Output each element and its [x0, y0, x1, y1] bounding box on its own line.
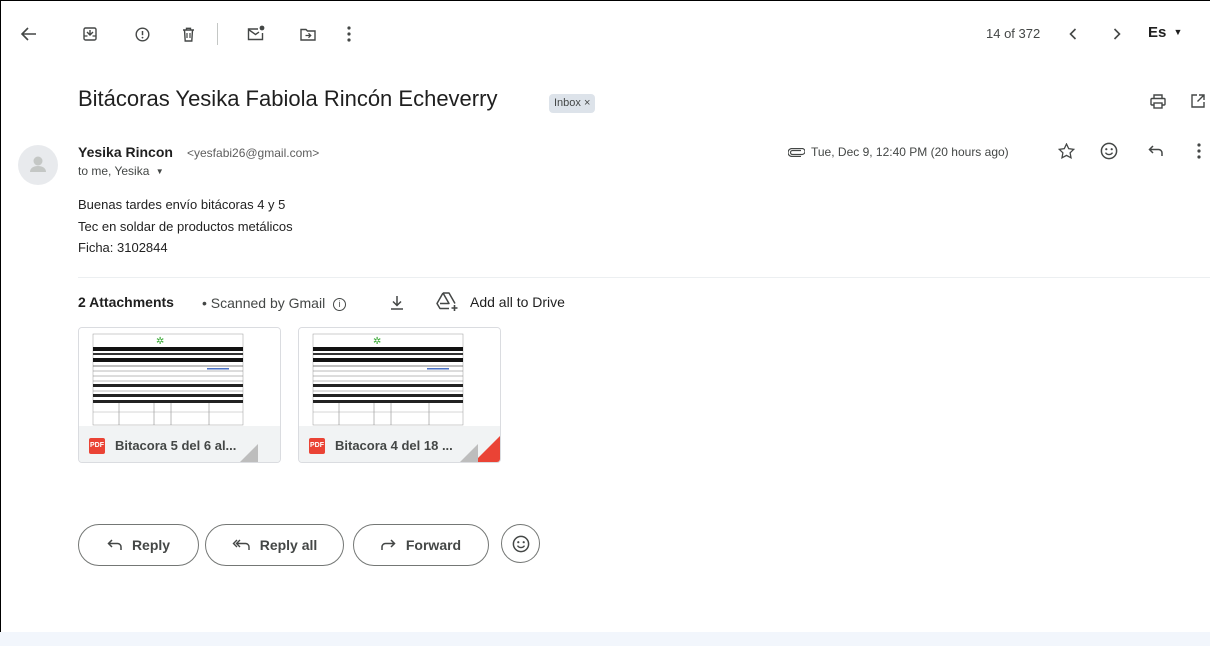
avatar[interactable]	[18, 145, 58, 185]
previous-icon[interactable]	[1064, 25, 1082, 43]
mark-unread-icon[interactable]	[245, 23, 267, 43]
language-label: Es	[1148, 24, 1167, 41]
body-line: Buenas tardes envío bitácoras 4 y 5	[78, 197, 286, 212]
email-subject: Bitácoras Yesika Fabiola Rincón Echeverr…	[78, 86, 498, 111]
info-icon[interactable]: i	[333, 298, 347, 311]
attachment-card[interactable]: ✲ PDF Bitacora 5 del 6 al...	[78, 327, 281, 463]
attachments-divider	[78, 277, 1210, 278]
reply-all-icon	[232, 539, 250, 550]
next-icon[interactable]	[1108, 25, 1126, 43]
more-message-options-icon[interactable]	[1191, 141, 1207, 161]
paperclip-icon	[786, 144, 806, 160]
inbox-label-chip[interactable]: Inbox ×	[549, 94, 596, 113]
attachment-name: Bitacora 5 del 6 al...	[115, 438, 237, 453]
more-options-icon[interactable]	[341, 24, 357, 44]
attachment-name: Bitacora 4 del 18 ...	[335, 438, 453, 453]
open-in-new-window-icon[interactable]	[1188, 91, 1208, 111]
page-curl-shadow	[240, 444, 258, 462]
language-selector[interactable]: Es ▼	[1148, 24, 1182, 41]
bottom-strip	[0, 632, 1210, 646]
reply-all-button[interactable]: Reply all	[205, 524, 344, 566]
emoji-react-button[interactable]	[501, 524, 540, 563]
email-date: Tue, Dec 9, 12:40 PM (20 hours ago)	[811, 145, 1009, 159]
scanned-by-gmail: • Scanned by Gmail i	[202, 295, 347, 311]
toolbar-separator	[217, 23, 218, 45]
reply-button[interactable]: Reply	[78, 524, 199, 566]
download-all-icon[interactable]	[388, 293, 406, 311]
reply-arrow-icon	[107, 539, 122, 550]
body-line: Tec en soldar de productos metálicos	[78, 219, 293, 234]
page-curl-shadow	[460, 444, 478, 462]
attachment-card[interactable]: ✲ PDF Bitacora 4 del 18 ...	[298, 327, 501, 463]
recipients-text: to me, Yesika	[78, 164, 150, 178]
back-arrow-icon[interactable]	[18, 24, 40, 44]
reply-icon[interactable]	[1145, 141, 1165, 161]
pdf-icon: PDF	[89, 438, 105, 454]
smiley-icon	[512, 535, 529, 552]
details-caret-icon[interactable]: ▼	[156, 167, 164, 176]
body-line: Ficha: 3102844	[78, 240, 168, 255]
delete-icon[interactable]	[178, 24, 198, 44]
emoji-reaction-icon[interactable]	[1098, 140, 1120, 162]
svg-text:✲: ✲	[156, 336, 164, 347]
reply-all-label: Reply all	[259, 537, 318, 553]
report-spam-icon[interactable]	[132, 24, 152, 44]
forward-button[interactable]: Forward	[353, 524, 489, 566]
document-thumbnail: ✲	[79, 328, 280, 426]
person-icon	[30, 156, 46, 172]
pdf-icon: PDF	[309, 438, 325, 454]
svg-text:✲: ✲	[373, 336, 381, 347]
reply-label: Reply	[131, 537, 171, 553]
star-icon[interactable]	[1056, 141, 1076, 161]
forward-arrow-icon	[381, 539, 396, 550]
move-to-icon[interactable]	[298, 24, 318, 44]
pager-count: 14 of 372	[986, 26, 1041, 41]
print-icon[interactable]	[1148, 91, 1168, 111]
caret-down-icon: ▼	[1173, 27, 1183, 37]
archive-icon[interactable]	[80, 24, 100, 44]
add-to-drive-icon[interactable]	[436, 291, 460, 313]
sender-name[interactable]: Yesika Rincon	[78, 144, 173, 160]
scanned-text: • Scanned by Gmail	[202, 295, 326, 311]
attachments-count: 2 Attachments	[78, 294, 174, 310]
add-all-to-drive-label[interactable]: Add all to Drive	[470, 294, 565, 310]
document-thumbnail: ✲	[299, 328, 500, 426]
sender-email: <yesfabi26@gmail.com>	[187, 146, 320, 160]
recipients-line[interactable]: to me, Yesika ▼	[78, 164, 164, 178]
forward-label: Forward	[405, 537, 462, 553]
